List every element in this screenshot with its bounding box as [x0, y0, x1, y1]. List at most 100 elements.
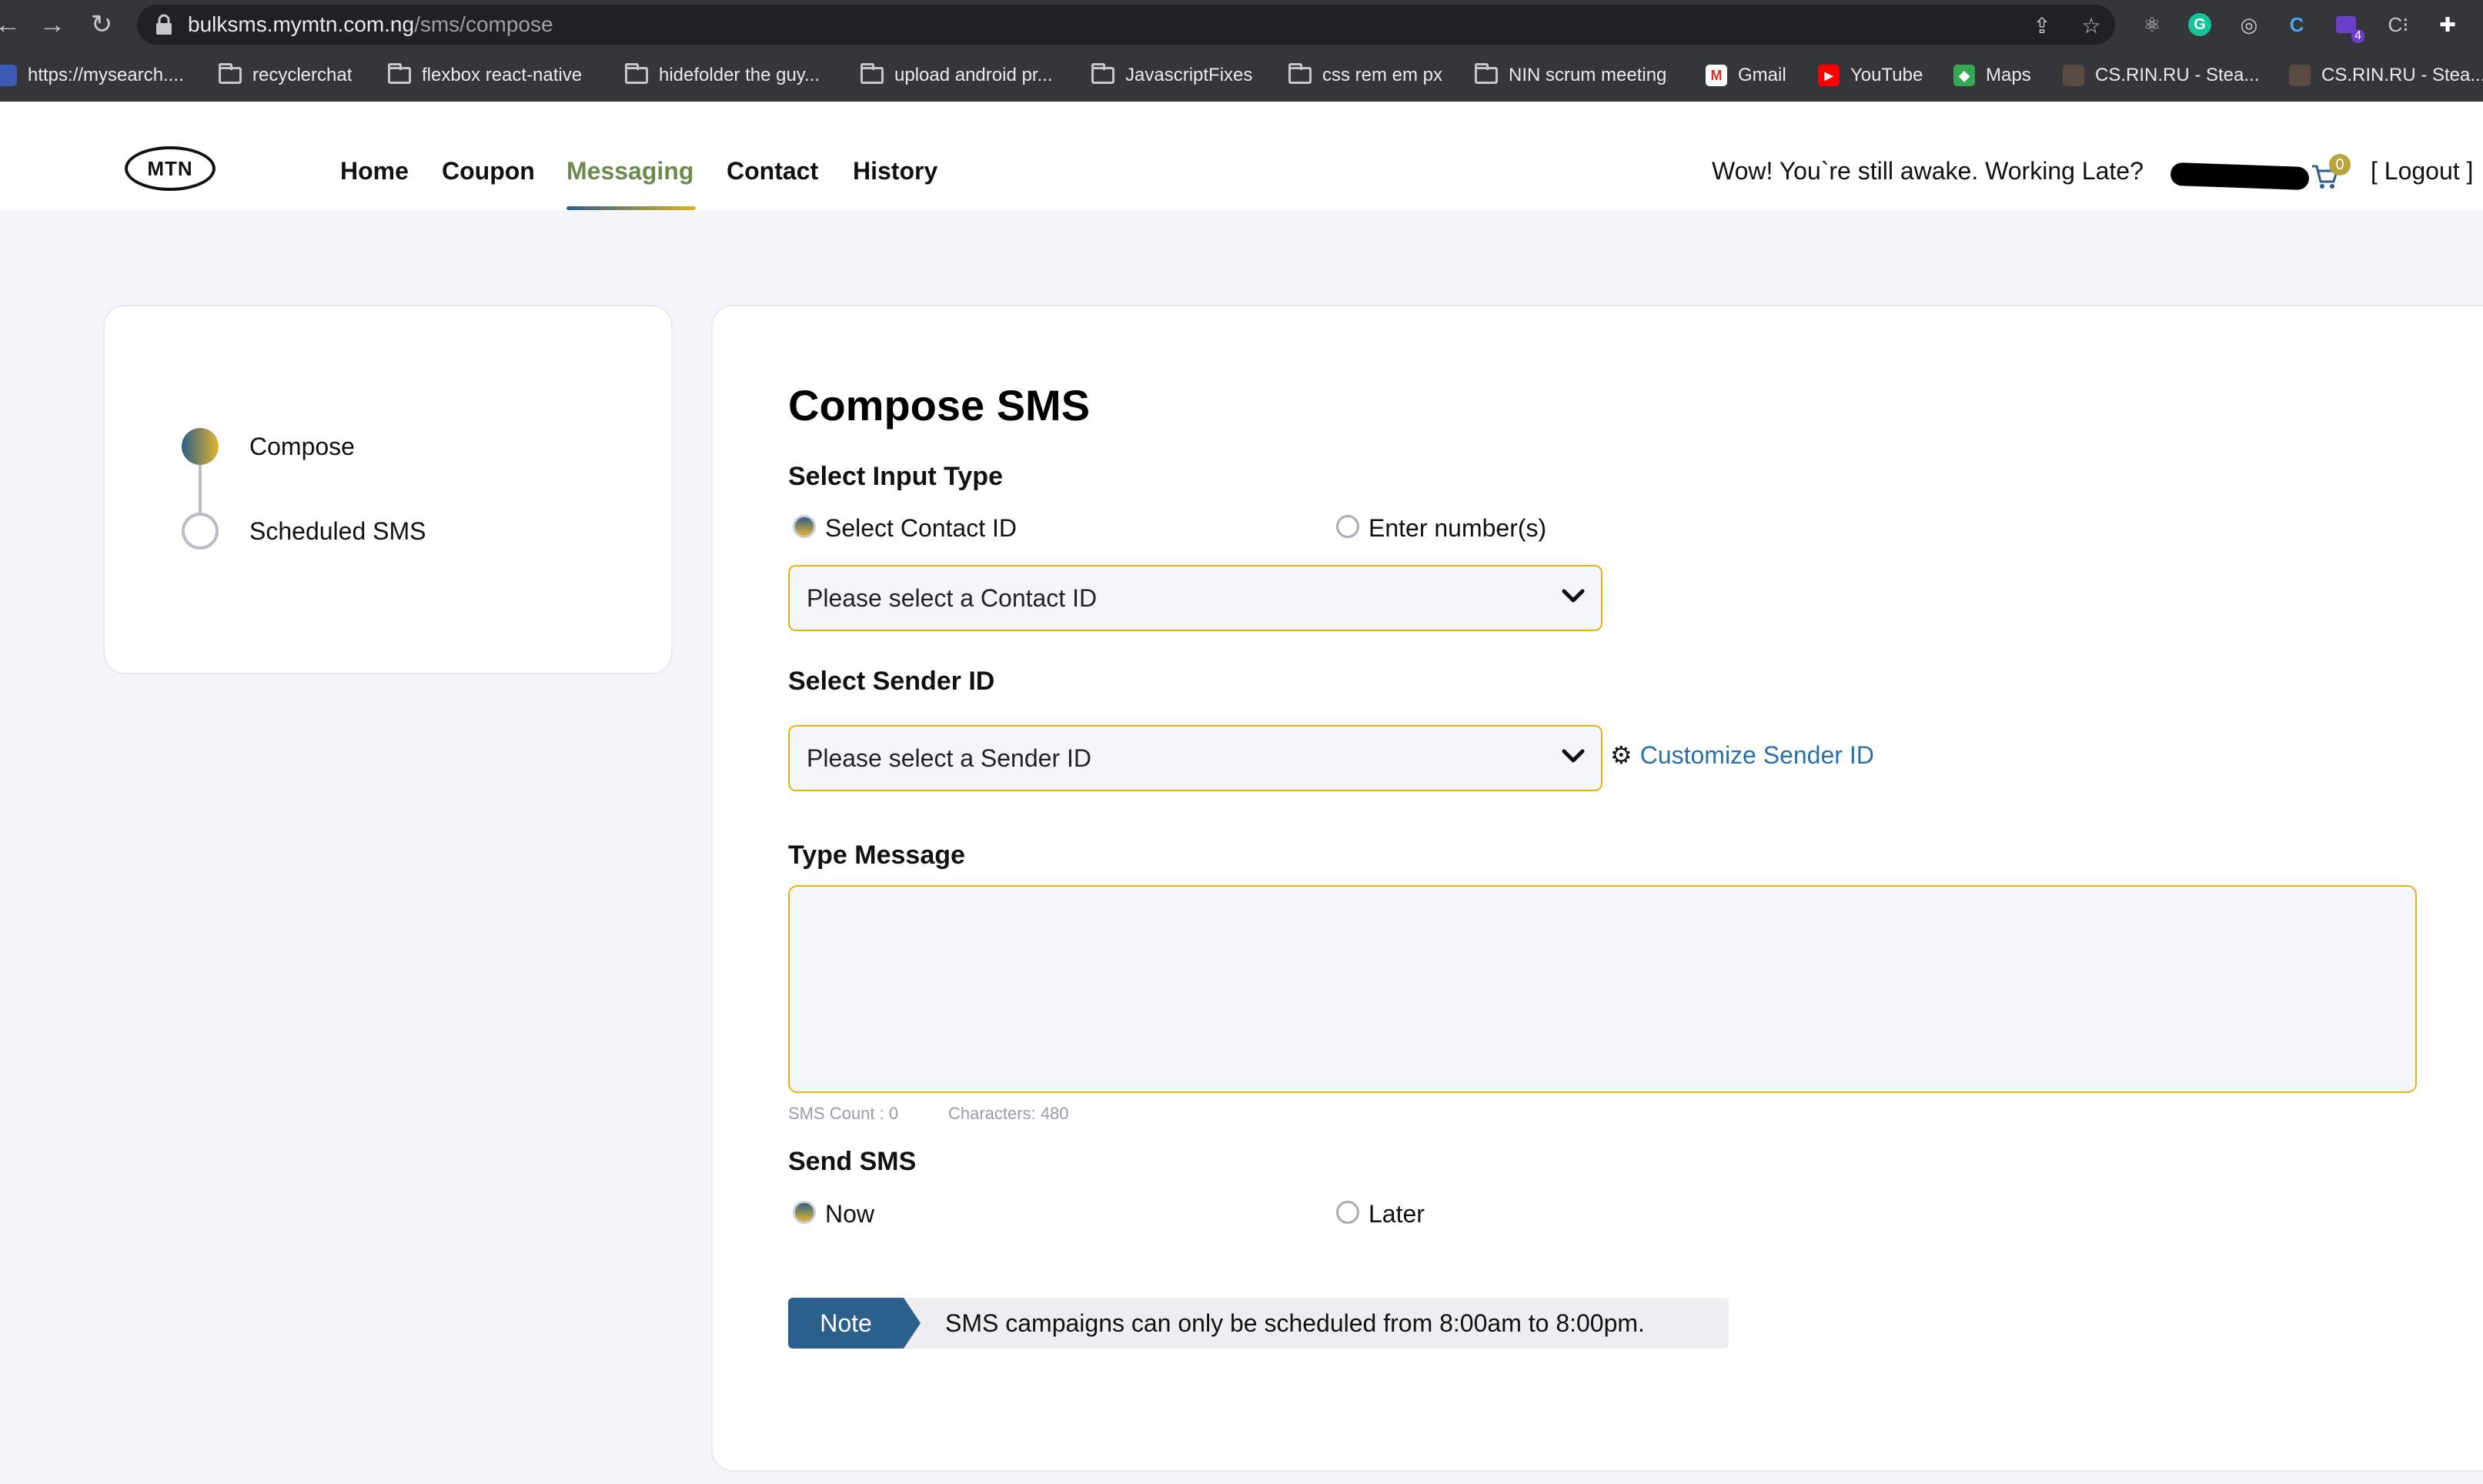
bookmarks-bar: https://mysearch.... recyclerchat flexbo…	[0, 49, 2483, 103]
grammarly-icon[interactable]: G	[2186, 11, 2214, 38]
bookmark-gmail[interactable]: M Gmail	[1706, 49, 1786, 102]
purple-extension-icon[interactable]: 4	[2332, 11, 2364, 43]
logo-text: MTN	[147, 156, 193, 180]
step-scheduled-indicator	[182, 513, 219, 550]
bookmark-label: upload android pr...	[894, 65, 1053, 85]
lock-icon	[156, 14, 172, 35]
reload-icon[interactable]: ↻	[83, 6, 120, 43]
schedule-note: Note SMS campaigns can only be scheduled…	[788, 1298, 1729, 1349]
send-sms-label: Send SMS	[788, 1147, 917, 1176]
bookmark-label: CS.RIN.RU - Stea...	[2321, 65, 2483, 85]
active-nav-underline	[566, 206, 696, 210]
bookmark-label: JavascriptFixes	[1125, 65, 1253, 85]
bookmark-label: YouTube	[1850, 65, 1923, 85]
chevron-down-icon	[1562, 749, 1585, 763]
address-bar[interactable]: bulksms.mymtn.com.ng/sms/compose ⇪ ☆	[137, 5, 2115, 45]
folder-icon	[625, 63, 648, 84]
nav-messaging[interactable]: Messaging	[566, 157, 693, 186]
bookmark-folder[interactable]: upload android pr...	[861, 49, 1053, 102]
extensions-puzzle-icon[interactable]: ✚	[2434, 11, 2461, 38]
chevron-down-icon	[1562, 589, 1585, 603]
folder-icon	[1288, 63, 1312, 84]
share-icon[interactable]: ⇪	[2029, 12, 2055, 38]
bookmark-folder[interactable]: recyclerchat	[219, 49, 352, 102]
bookmark-label: Gmail	[1738, 65, 1786, 85]
message-textarea[interactable]	[788, 885, 2417, 1093]
folder-icon	[1091, 63, 1115, 84]
sender-id-select-value: Please select a Sender ID	[807, 744, 1091, 772]
browser-toolbar: ← → ↻ bulksms.mymtn.com.ng/sms/compose ⇪…	[0, 0, 2483, 49]
back-icon[interactable]: ←	[0, 6, 26, 43]
bookmark-item[interactable]: https://mysearch....	[0, 49, 184, 102]
bookmark-folder[interactable]: NIN scrum meeting	[1475, 49, 1666, 102]
note-text: SMS campaigns can only be scheduled from…	[945, 1309, 1645, 1337]
bookmark-label: CS.RIN.RU - Stea...	[2095, 65, 2260, 85]
nav-home[interactable]: Home	[340, 157, 409, 186]
url-path: /sms/compose	[414, 12, 553, 36]
bookmark-youtube[interactable]: ▶ YouTube	[1818, 49, 1923, 102]
type-message-label: Type Message	[788, 841, 965, 870]
radio-send-later-label[interactable]: Later	[1368, 1200, 1425, 1228]
target-extension-icon[interactable]: ◎	[2235, 11, 2263, 38]
bookmark-label: recyclerchat	[252, 65, 353, 85]
page-title: Compose SMS	[788, 381, 1091, 429]
nav-contact[interactable]: Contact	[727, 157, 818, 186]
contact-id-select[interactable]: Please select a Contact ID	[788, 565, 1602, 631]
radio-enter-numbers-label[interactable]: Enter number(s)	[1368, 514, 1546, 543]
forward-icon[interactable]: →	[34, 6, 71, 43]
nav-coupon[interactable]: Coupon	[442, 157, 535, 186]
gmail-icon: M	[1706, 65, 1727, 86]
greeting-text: Wow! You`re still awake. Working Late?	[1712, 157, 2144, 185]
step-compose-indicator	[182, 428, 219, 465]
url-text: bulksms.mymtn.com.ng/sms/compose	[188, 5, 553, 45]
customize-sender-id-label: Customize Sender ID	[1639, 740, 1874, 769]
logout-link[interactable]: [ Logout ]	[2371, 157, 2473, 186]
react-extension-icon[interactable]: ⚛	[2138, 11, 2166, 38]
site-header: MTN Home Coupon Messaging Contact Histor…	[0, 102, 2483, 211]
gear-icon: ⚙	[1610, 741, 1632, 769]
c-bracket-extension-icon[interactable]: C⁝	[2384, 11, 2412, 38]
site-favicon-icon	[2289, 65, 2311, 86]
bookmark-label: NIN scrum meeting	[1509, 65, 1667, 85]
radio-enter-numbers[interactable]	[1336, 515, 1359, 538]
bookmark-folder[interactable]: hidefolder the guy...	[625, 49, 820, 102]
bookmark-folder[interactable]: flexbox react-native	[388, 49, 582, 102]
youtube-icon: ▶	[1818, 65, 1840, 86]
radio-send-later[interactable]	[1336, 1201, 1359, 1224]
step-compose[interactable]: Compose	[249, 433, 355, 461]
site-favicon-icon	[0, 65, 17, 86]
c-extension-icon[interactable]: C	[2283, 11, 2311, 38]
sender-id-select[interactable]: Please select a Sender ID	[788, 725, 1602, 791]
nav-history[interactable]: History	[853, 157, 937, 186]
site-favicon-icon	[2063, 65, 2084, 86]
folder-icon	[1475, 63, 1498, 84]
step-scheduled-sms[interactable]: Scheduled SMS	[249, 517, 426, 546]
input-type-label: Select Input Type	[788, 462, 1003, 491]
bookmark-folder[interactable]: JavascriptFixes	[1091, 49, 1252, 102]
bookmark-folder[interactable]: css rem em px	[1288, 49, 1442, 102]
url-domain: bulksms.mymtn.com.ng	[188, 12, 415, 36]
radio-select-contact-id-label[interactable]: Select Contact ID	[825, 514, 1017, 543]
bookmark-item[interactable]: CS.RIN.RU - Stea...	[2063, 49, 2259, 102]
radio-send-now-label[interactable]: Now	[825, 1200, 874, 1228]
bookmark-item[interactable]: CS.RIN.RU - Stea...	[2289, 49, 2483, 102]
bookmark-label: Maps	[1986, 65, 2031, 85]
redacted-username	[2170, 162, 2310, 191]
radio-send-now[interactable]	[793, 1201, 816, 1224]
mtn-logo[interactable]: MTN	[125, 146, 216, 191]
extension-badge: 4	[2351, 29, 2364, 43]
sms-count: SMS Count : 0	[788, 1104, 899, 1123]
customize-sender-id-link[interactable]: ⚙ Customize Sender ID	[1610, 740, 1874, 770]
steps-card	[103, 305, 673, 674]
folder-icon	[219, 63, 242, 84]
cart-count-badge: 0	[2329, 154, 2351, 175]
bookmark-label: hidefolder the guy...	[659, 65, 820, 85]
radio-select-contact-id[interactable]	[793, 515, 816, 538]
note-tag: Note	[788, 1298, 921, 1349]
contact-id-select-value: Please select a Contact ID	[807, 584, 1098, 612]
folder-icon	[861, 63, 884, 84]
maps-icon: ◆	[1953, 65, 1975, 86]
bookmark-maps[interactable]: ◆ Maps	[1953, 49, 2031, 102]
folder-icon	[388, 63, 411, 84]
bookmark-star-icon[interactable]: ☆	[2078, 12, 2104, 38]
